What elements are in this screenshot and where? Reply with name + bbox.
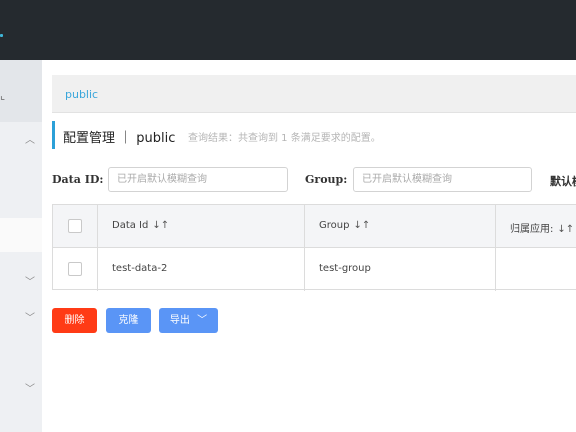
namespace-bar: public [52, 75, 576, 113]
sidebar-selected-section[interactable]: ⌞ [0, 60, 42, 122]
row-checkbox[interactable] [68, 262, 82, 276]
data-id-label: Data ID: [52, 173, 104, 186]
title-accent-bar [52, 121, 55, 149]
chevron-down-icon[interactable]: ﹀ [23, 276, 37, 290]
export-button[interactable]: 导出 ﹀ [159, 308, 218, 333]
cell-app [496, 248, 576, 291]
chevron-down-icon[interactable]: ﹀ [23, 383, 37, 397]
chevron-up-icon[interactable]: ︿ [23, 134, 37, 148]
default-filter-label: 默认模 [550, 175, 576, 188]
namespace-link-public[interactable]: public [65, 88, 98, 101]
sidebar: ⌞ ︿ ﹀ ﹀ ﹀ [0, 60, 42, 432]
config-table: Data Id ↓↑ Group ↓↑ 归属应用: ↓↑ test-data-2 te… [52, 204, 576, 291]
data-id-value: test-data-2 [112, 263, 168, 274]
sidebar-top-icon: ⌞ [0, 89, 6, 102]
column-label: 归属应用: [510, 224, 554, 235]
page-title: 配置管理 ｜ public [63, 131, 176, 146]
cell-group: test-group [305, 248, 496, 291]
select-all-checkbox[interactable] [68, 219, 82, 233]
header-select-cell [53, 205, 98, 248]
column-header-data-id[interactable]: Data Id ↓↑ [98, 205, 305, 248]
sort-icon[interactable]: ↓↑ [353, 220, 370, 231]
delete-button[interactable]: 删除 [52, 308, 97, 333]
sidebar-item-config-list[interactable] [0, 218, 42, 252]
table-row[interactable]: test-data-2 test-group [53, 248, 576, 291]
table-header: Data Id ↓↑ Group ↓↑ 归属应用: ↓↑ [53, 205, 576, 248]
sort-icon[interactable]: ↓↑ [152, 220, 169, 231]
query-result-summary: 查询结果：共查询到 1 条满足要求的配置。 [188, 133, 381, 144]
top-navigation-bar [0, 0, 576, 60]
chevron-down-icon: ﹀ [197, 315, 208, 326]
cell-data-id: test-data-2 [98, 248, 305, 291]
column-header-group[interactable]: Group ↓↑ [305, 205, 496, 248]
export-label: 导出 [169, 315, 190, 326]
column-label: Group [319, 220, 350, 231]
group-value: test-group [319, 263, 371, 274]
column-label: Data Id [112, 220, 149, 231]
sort-icon[interactable]: ↓↑ [557, 224, 574, 235]
column-header-app[interactable]: 归属应用: ↓↑ [496, 205, 576, 248]
row-select-cell [53, 248, 98, 291]
group-search-input[interactable]: 已开启默认模糊查询 [353, 167, 532, 192]
clone-button[interactable]: 克隆 [106, 308, 151, 333]
data-id-search-input[interactable]: 已开启默认模糊查询 [108, 167, 288, 192]
logo-icon[interactable] [0, 34, 3, 37]
chevron-down-icon[interactable]: ﹀ [23, 312, 37, 326]
group-label: Group: [305, 173, 348, 186]
